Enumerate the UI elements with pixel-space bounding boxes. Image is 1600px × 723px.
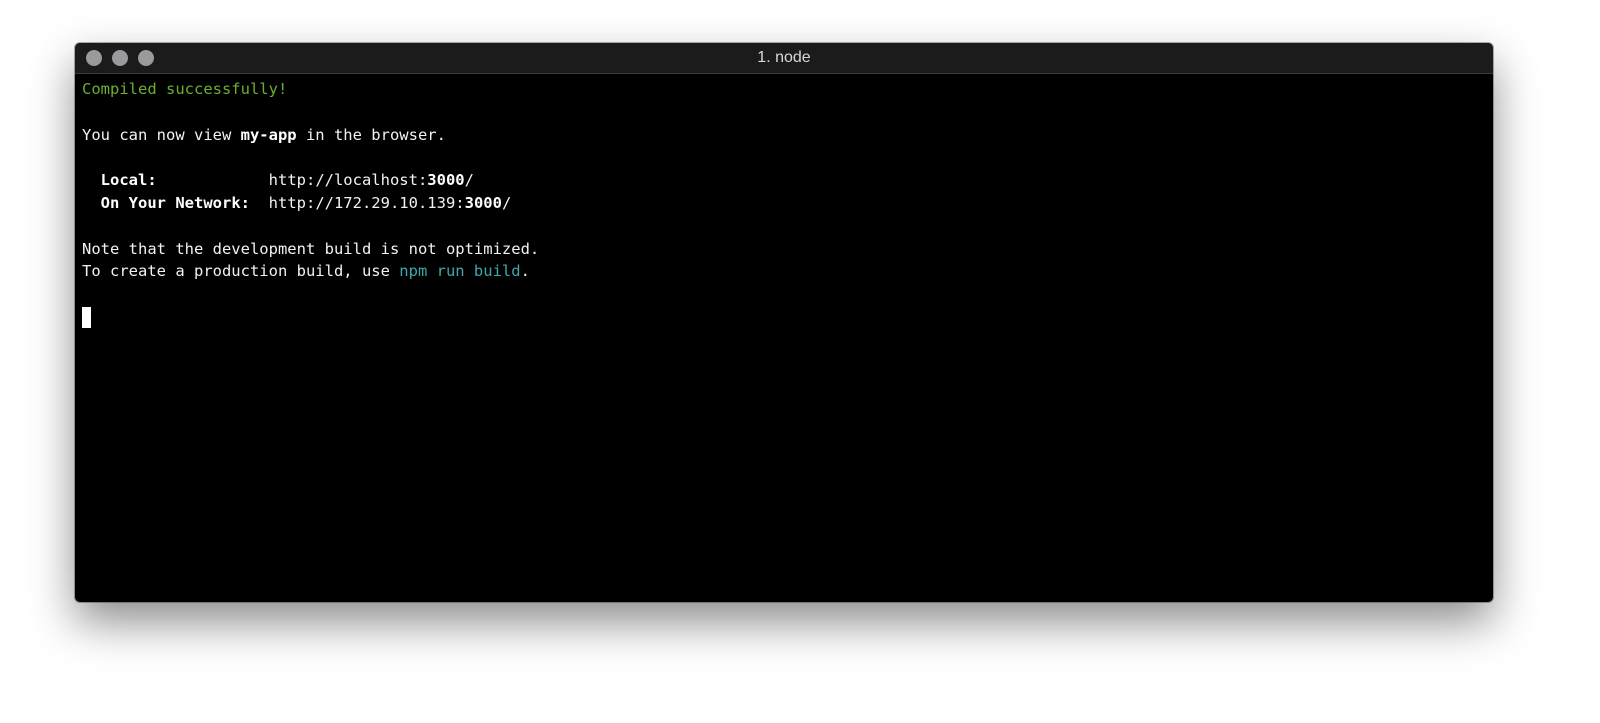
- app-name: my-app: [240, 125, 297, 144]
- network-label: On Your Network:: [100, 193, 250, 212]
- terminal-window: 1. node Compiled successfully! You can no…: [75, 43, 1493, 602]
- terminal-cursor: [82, 306, 91, 328]
- view-prefix: You can now view: [82, 125, 241, 144]
- local-line: Local: http://localhost:3000/: [82, 169, 1493, 192]
- local-url[interactable]: http://localhost:3000/: [269, 171, 474, 189]
- terminal-output[interactable]: Compiled successfully! You can now view m…: [75, 74, 1493, 329]
- local-label: Local:: [100, 171, 157, 190]
- view-message: You can now view my-app in the browser.: [82, 124, 1493, 147]
- title-bar: 1. node: [75, 43, 1493, 74]
- compiled-message: Compiled successfully!: [82, 80, 288, 98]
- view-suffix: in the browser.: [296, 125, 446, 144]
- production-message: To create a production build, use npm ru…: [82, 262, 530, 281]
- note-message: Note that the development build is not o…: [82, 239, 540, 258]
- network-line: On Your Network: http://172.29.10.139:30…: [82, 192, 1493, 215]
- window-title: 1. node: [757, 49, 811, 66]
- network-url[interactable]: http://172.29.10.139:3000/: [269, 194, 512, 212]
- build-command: npm run build: [399, 262, 521, 281]
